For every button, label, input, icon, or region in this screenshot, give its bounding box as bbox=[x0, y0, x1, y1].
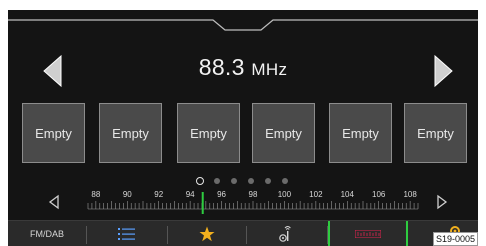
preset-button-4[interactable]: Empty bbox=[252, 103, 315, 163]
tuner-label: 104 bbox=[341, 190, 355, 199]
manual-tune-scale-icon bbox=[355, 230, 381, 238]
tune-up-icon[interactable] bbox=[437, 194, 448, 210]
next-station-icon[interactable] bbox=[433, 54, 455, 88]
frequency-unit: MHz bbox=[251, 60, 288, 79]
station-list-button[interactable] bbox=[87, 221, 167, 246]
frequency-display: 88.3 MHz bbox=[8, 54, 478, 81]
star-icon bbox=[199, 226, 215, 242]
traffic-info-button[interactable] bbox=[247, 221, 327, 246]
top-notch-decoration bbox=[8, 19, 478, 31]
page-dot[interactable] bbox=[282, 178, 288, 184]
preset-row: Empty Empty Empty Empty Empty Empty bbox=[8, 103, 478, 165]
radio-screen: 88.3 MHz Empty Empty Empty Empty Empty E… bbox=[8, 10, 478, 246]
band-label: FM/DAB bbox=[29, 229, 64, 239]
frequency-value: 88.3 bbox=[198, 54, 245, 80]
bottom-toolbar: FM/DAB bbox=[8, 220, 478, 246]
tuner-label: 108 bbox=[403, 190, 417, 199]
preset-button-1[interactable]: Empty bbox=[22, 103, 85, 163]
tuner-labels: 88 90 92 94 96 98 100 102 104 106 108 bbox=[91, 190, 417, 199]
tuner-label: 88 bbox=[91, 190, 100, 199]
tuner-label: 96 bbox=[217, 190, 226, 199]
tuner-label: 92 bbox=[154, 190, 163, 199]
antenna-signal-icon bbox=[279, 226, 291, 242]
page-dot[interactable] bbox=[265, 178, 271, 184]
page-dot[interactable] bbox=[248, 178, 254, 184]
favorites-button[interactable] bbox=[168, 221, 246, 246]
manual-tune-button[interactable] bbox=[328, 221, 408, 246]
tuner-ticks bbox=[87, 201, 419, 210]
image-code-label: S19-0005 bbox=[432, 232, 478, 246]
page-dot[interactable] bbox=[196, 177, 204, 185]
tuner-label: 100 bbox=[278, 190, 292, 199]
preset-button-2[interactable]: Empty bbox=[99, 103, 162, 163]
list-icon bbox=[118, 228, 135, 240]
tune-down-icon[interactable] bbox=[48, 194, 59, 210]
tuner-label: 98 bbox=[249, 190, 258, 199]
band-button[interactable]: FM/DAB bbox=[8, 221, 86, 246]
preset-button-3[interactable]: Empty bbox=[177, 103, 240, 163]
page-dot[interactable] bbox=[214, 178, 220, 184]
preset-page-indicator bbox=[8, 176, 478, 186]
preset-button-5[interactable]: Empty bbox=[329, 103, 392, 163]
tuner-label: 94 bbox=[186, 190, 195, 199]
tuner-label: 102 bbox=[309, 190, 323, 199]
preset-button-6[interactable]: Empty bbox=[404, 103, 467, 163]
tuner-needle[interactable] bbox=[201, 192, 204, 214]
tuner-label: 106 bbox=[372, 190, 386, 199]
page-dot[interactable] bbox=[231, 178, 237, 184]
tuner-label: 90 bbox=[123, 190, 132, 199]
tuner-scale[interactable]: 88 90 92 94 96 98 100 102 104 106 108 bbox=[8, 186, 478, 218]
